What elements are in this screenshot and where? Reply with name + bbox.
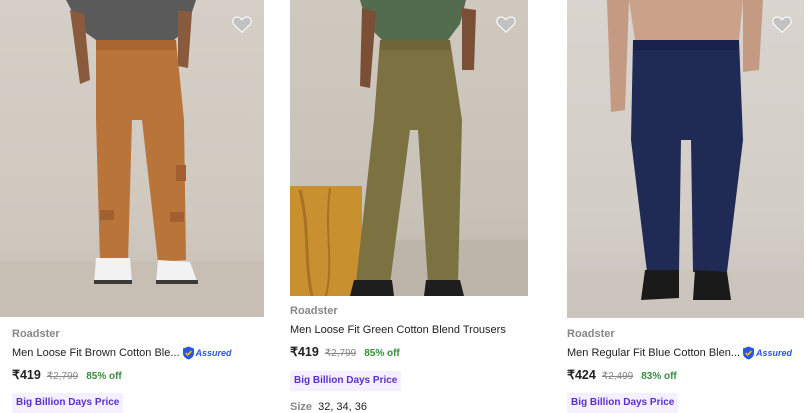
wishlist-button[interactable] (230, 12, 254, 36)
assured-badge: Assured (182, 345, 232, 361)
product-title-text[interactable]: Men Regular Fit Blue Cotton Blen... (567, 345, 740, 361)
product-title-text[interactable]: Men Loose Fit Green Cotton Blend Trouser… (290, 322, 506, 338)
brand-name: Roadster (567, 328, 615, 340)
selling-price: ₹424 (567, 368, 596, 382)
product-card[interactable]: Roadster Men Loose Fit Brown Cotton Ble.… (0, 0, 264, 413)
shield-check-icon (743, 346, 755, 360)
offer-badge: Big Billion Days Price (567, 393, 679, 413)
original-price: ₹2,799 (324, 348, 357, 359)
product-image[interactable] (290, 0, 528, 296)
product-title-text[interactable]: Men Loose Fit Brown Cotton Ble... (12, 345, 180, 361)
discount-percent: 83% off (641, 371, 677, 382)
assured-badge: Assured (742, 345, 792, 361)
brand-name: Roadster (12, 328, 60, 340)
product-photo-green-trousers (290, 0, 528, 296)
shield-check-icon (182, 346, 194, 360)
discount-percent: 85% off (86, 371, 122, 382)
heart-icon (496, 16, 516, 34)
available-sizes: Size 32, 34, 36 (290, 401, 528, 413)
product-title[interactable]: Men Loose Fit Green Cotton Blend Trouser… (290, 322, 528, 338)
selling-price: ₹419 (12, 368, 41, 382)
product-image[interactable] (0, 0, 264, 317)
assured-label: Assured (756, 348, 793, 358)
heart-icon (772, 16, 792, 34)
original-price: ₹2,499 (601, 371, 634, 382)
original-price: ₹2,799 (46, 371, 79, 382)
product-title[interactable]: Men Regular Fit Blue Cotton Blen... Assu… (567, 345, 804, 361)
brand-name: Roadster (290, 305, 338, 317)
product-image[interactable] (567, 0, 804, 318)
product-card[interactable]: Roadster Men Loose Fit Green Cotton Blen… (290, 0, 528, 413)
size-values: 32, 34, 36 (318, 401, 368, 413)
price-row: ₹419 ₹2,799 85% off (12, 367, 264, 385)
product-photo-brown-trousers (0, 0, 264, 317)
wishlist-button[interactable] (770, 12, 794, 36)
offer-badge: Big Billion Days Price (290, 371, 402, 391)
wishlist-button[interactable] (494, 12, 518, 36)
product-card[interactable]: Roadster Men Regular Fit Blue Cotton Ble… (567, 0, 804, 413)
size-label: Size (290, 401, 313, 413)
price-row: ₹424 ₹2,499 83% off (567, 367, 804, 385)
selling-price: ₹419 (290, 345, 319, 359)
offer-badge: Big Billion Days Price (12, 393, 124, 413)
assured-label: Assured (195, 348, 232, 358)
heart-icon (232, 16, 252, 34)
product-photo-blue-trousers (567, 0, 804, 318)
discount-percent: 85% off (364, 348, 400, 359)
price-row: ₹419 ₹2,799 85% off (290, 344, 528, 362)
product-title[interactable]: Men Loose Fit Brown Cotton Ble... Assure… (12, 345, 264, 361)
